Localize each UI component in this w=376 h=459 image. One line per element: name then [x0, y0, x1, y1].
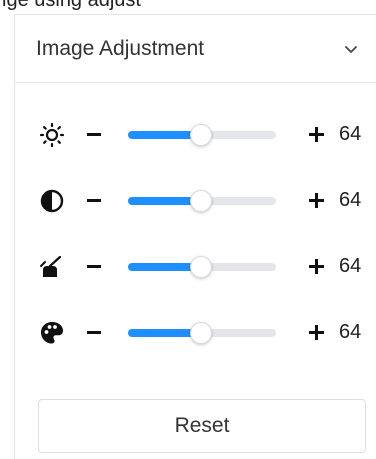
adjustment-row-saturation: 64 [15, 250, 376, 284]
chevron-down-icon[interactable] [344, 44, 358, 54]
contrast-value: 64 [339, 189, 362, 211]
image-adjustment-panel: Image Adjustment 64 64 64 64 Reset [14, 14, 376, 459]
contrast-slider[interactable] [128, 186, 276, 216]
adjustment-row-brightness: 64 [15, 118, 376, 152]
brightness-decrease-button[interactable] [81, 122, 107, 148]
brightness-icon [39, 122, 65, 148]
saturation-slider[interactable] [128, 252, 276, 282]
saturation-icon [40, 255, 62, 277]
slider-thumb[interactable] [189, 124, 212, 146]
slider-thumb[interactable] [189, 256, 212, 278]
hue-slider[interactable] [128, 318, 276, 348]
clipped-heading-label: ige using adjust [2, 0, 141, 11]
panel-header[interactable]: Image Adjustment [15, 15, 376, 83]
brightness-value: 64 [339, 123, 362, 145]
brightness-increase-button[interactable] [304, 122, 330, 148]
reset-button[interactable]: Reset [38, 399, 366, 453]
contrast-decrease-button[interactable] [81, 188, 107, 214]
hue-value: 64 [339, 321, 362, 343]
brightness-slider[interactable] [128, 120, 276, 150]
adjustment-row-hue: 64 [15, 316, 376, 350]
hue-decrease-button[interactable] [81, 320, 107, 346]
saturation-value: 64 [339, 255, 362, 277]
palette-icon [41, 322, 63, 344]
slider-thumb[interactable] [189, 190, 212, 212]
saturation-increase-button[interactable] [304, 254, 330, 280]
hue-increase-button[interactable] [304, 320, 330, 346]
adjustment-row-contrast: 64 [15, 184, 376, 218]
saturation-decrease-button[interactable] [81, 254, 107, 280]
contrast-increase-button[interactable] [304, 188, 330, 214]
contrast-icon [40, 189, 64, 213]
clipped-heading-text: ige using adjust [0, 0, 376, 14]
slider-thumb[interactable] [189, 322, 212, 344]
panel-title: Image Adjustment [36, 36, 205, 60]
